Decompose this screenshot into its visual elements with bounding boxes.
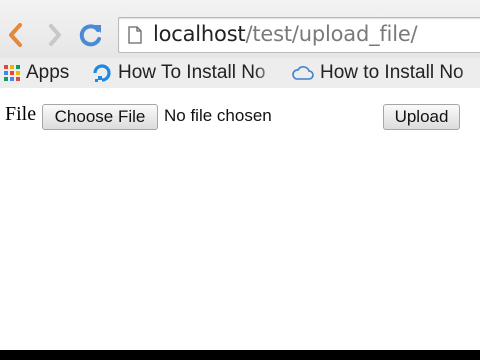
- bookmark-apps[interactable]: Apps: [4, 58, 84, 88]
- forward-icon: [49, 24, 61, 46]
- overflow-fade: [255, 58, 277, 88]
- forward-button[interactable]: [42, 20, 68, 50]
- file-status-text: No file chosen: [164, 106, 272, 125]
- file-field-label: File: [5, 103, 37, 125]
- reload-icon: [79, 24, 101, 47]
- bookmark-how-to-install-1[interactable]: How To Install No: [92, 58, 277, 88]
- digitalocean-icon: [93, 64, 111, 82]
- page-icon: [128, 26, 142, 44]
- address-bar[interactable]: localhost/test/upload_file/: [118, 17, 480, 53]
- apps-grid-icon: [4, 65, 20, 81]
- bookmark-label: How To Install No: [118, 62, 266, 83]
- url-path: /test/upload_file/: [245, 22, 418, 46]
- cloud-icon: [292, 66, 314, 80]
- back-button[interactable]: [2, 20, 28, 50]
- back-icon: [9, 23, 22, 47]
- url-host: localhost: [153, 22, 246, 46]
- bookmark-how-to-install-2[interactable]: How to Install No: [292, 58, 480, 88]
- bookmarks-bar: Apps How To Install No How to Install No: [0, 58, 480, 88]
- reload-button[interactable]: [78, 20, 104, 50]
- browser-toolbar: localhost/test/upload_file/: [0, 0, 480, 58]
- overflow-fade: [458, 58, 480, 88]
- page-content: File Choose File No file chosen Upload: [0, 88, 480, 350]
- upload-button[interactable]: Upload: [383, 104, 460, 130]
- bookmark-apps-label: Apps: [26, 62, 70, 83]
- url-text: localhost/test/upload_file/: [153, 22, 418, 46]
- bookmark-label: How to Install No: [320, 62, 464, 83]
- browser-window: localhost/test/upload_file/ Apps How To …: [0, 0, 480, 350]
- choose-file-button[interactable]: Choose File: [42, 104, 158, 130]
